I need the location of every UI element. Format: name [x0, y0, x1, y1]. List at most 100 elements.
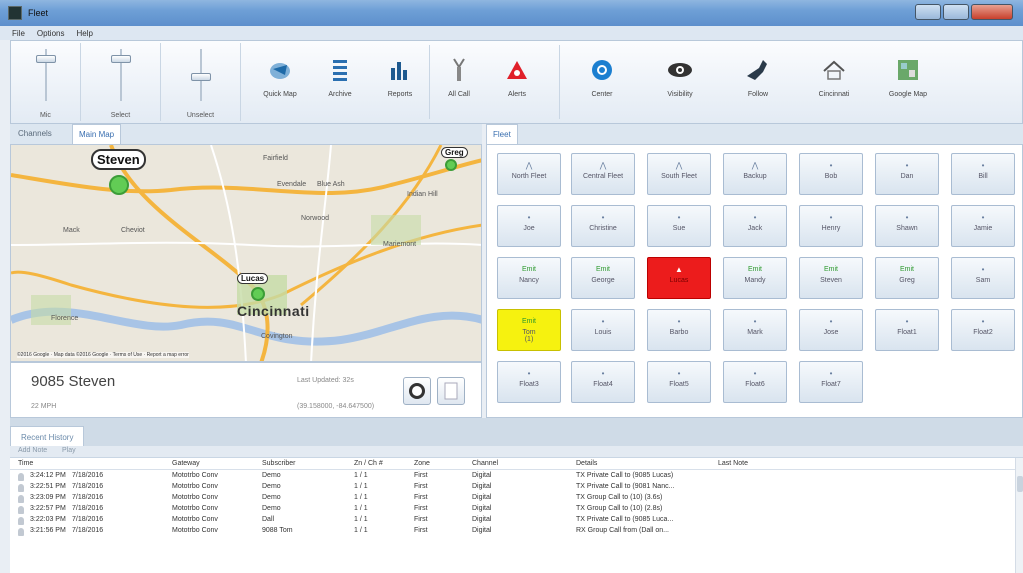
fleet-tile[interactable]: Emit Steven — [799, 257, 863, 299]
table-row[interactable]: 3:24:12 PM 7/18/2016 Mototrbo Conv Demo 1 / … — [10, 472, 1015, 483]
details-icon[interactable] — [437, 377, 465, 405]
table-cell: First — [414, 505, 428, 512]
menu-options[interactable]: Options — [37, 29, 65, 38]
quick-map-button[interactable]: Quick Map — [247, 43, 313, 121]
table-row[interactable]: 3:21:56 PM 7/18/2016 Mototrbo Conv 9088 Tom… — [10, 527, 1015, 538]
select-slider[interactable]: Select — [81, 43, 161, 121]
menu-file[interactable]: File — [12, 29, 25, 38]
fleet-tile[interactable]: • Float3 — [497, 361, 561, 403]
visibility-button[interactable]: Visibility — [647, 43, 713, 121]
history-scrollbar[interactable] — [1015, 458, 1023, 573]
fleet-tile[interactable]: • Float7 — [799, 361, 863, 403]
fleet-tile[interactable]: • Bill — [951, 153, 1015, 195]
column-header[interactable]: Details — [576, 460, 597, 467]
fleet-tile[interactable]: Emit Mandy — [723, 257, 787, 299]
column-header[interactable]: Time — [18, 460, 33, 467]
center-button[interactable]: Center — [569, 43, 635, 121]
fleet-tile[interactable]: Emit George — [571, 257, 635, 299]
fleet-tile[interactable]: • Float4 — [571, 361, 635, 403]
unselect-slider[interactable]: Unselect — [161, 43, 241, 121]
maximize-button[interactable] — [943, 4, 969, 20]
speed-limit-icon[interactable] — [403, 377, 431, 405]
vehicle-marker-steven[interactable] — [109, 175, 129, 195]
play-button[interactable]: Play — [62, 447, 76, 454]
fleet-tile[interactable]: • Shawn — [875, 205, 939, 247]
fleet-tile[interactable]: • Sue — [647, 205, 711, 247]
table-row[interactable]: 3:22:57 PM 7/18/2016 Mototrbo Conv Demo 1 / … — [10, 505, 1015, 516]
menu-help[interactable]: Help — [76, 29, 92, 38]
google-map-button[interactable]: Google Map — [875, 43, 941, 121]
minimize-button[interactable] — [915, 4, 941, 20]
radio-status-icon: • — [981, 265, 985, 274]
vehicle-marker-lucas[interactable] — [251, 287, 265, 301]
reports-button[interactable]: Reports — [367, 43, 433, 121]
fleet-tile[interactable]: • Christine — [571, 205, 635, 247]
tab-recent-history[interactable]: Recent History — [10, 426, 85, 446]
fleet-tile[interactable]: • Jamie — [951, 205, 1015, 247]
fleet-tile[interactable]: • Joe — [497, 205, 561, 247]
vehicle-marker-greg[interactable] — [445, 159, 457, 171]
mic-slider[interactable]: Mic — [11, 43, 81, 121]
main-map[interactable]: Mack Cheviot Fairfield Evendale Blue Ash… — [10, 144, 482, 362]
marker-label-greg[interactable]: Greg — [441, 147, 468, 158]
fleet-tile[interactable]: • Louis — [571, 309, 635, 351]
alerts-button[interactable]: Alerts — [489, 43, 545, 121]
fleet-tile[interactable]: • Barbo — [647, 309, 711, 351]
fleet-tile[interactable]: • Float2 — [951, 309, 1015, 351]
fleet-tile-label: Dan — [900, 173, 914, 180]
table-row[interactable]: 3:22:03 PM 7/18/2016 Mototrbo Conv Dall 1 / … — [10, 516, 1015, 527]
scroll-thumb[interactable] — [1017, 476, 1023, 492]
visibility-label: Visibility — [667, 91, 693, 98]
column-header[interactable]: Zn / Ch # — [354, 460, 383, 467]
fleet-tile[interactable]: • Dan — [875, 153, 939, 195]
add-note-button[interactable]: Add Note — [18, 447, 47, 454]
cincinnati-button[interactable]: Cincinnati — [801, 43, 867, 121]
radio-status-icon: • — [753, 317, 757, 326]
column-header[interactable]: Last Note — [718, 460, 748, 467]
tab-main-map[interactable]: Main Map — [72, 124, 122, 144]
fleet-tile[interactable]: Emit Nancy — [497, 257, 561, 299]
fleet-tile[interactable]: Emit Tom (1) — [497, 309, 561, 351]
fleet-tile[interactable]: • Sam — [951, 257, 1015, 299]
map-credit: ©2016 Google · Map data ©2016 Google · T… — [17, 352, 189, 358]
fleet-tile[interactable]: • Float6 — [723, 361, 787, 403]
fleet-tile-label: North Fleet — [511, 173, 547, 180]
table-row[interactable]: 3:22:51 PM 7/18/2016 Mototrbo Conv Demo 1 / … — [10, 483, 1015, 494]
fleet-tile[interactable]: • Float5 — [647, 361, 711, 403]
table-cell: Digital — [472, 516, 492, 523]
tab-channels[interactable]: Channels — [12, 124, 58, 144]
follow-button[interactable]: Follow — [725, 43, 791, 121]
table-cell: 1 / 1 — [354, 516, 368, 523]
close-button[interactable] — [971, 4, 1013, 20]
slider-knob[interactable] — [110, 55, 131, 63]
all-call-button[interactable]: All Call — [431, 43, 487, 121]
fleet-tile[interactable]: ▲ Lucas — [647, 257, 711, 299]
fleet-tile[interactable]: • Henry — [799, 205, 863, 247]
map-place-label: Indian Hill — [407, 191, 438, 198]
fleet-tile[interactable]: Emit Greg — [875, 257, 939, 299]
slider-knob[interactable] — [35, 55, 56, 63]
fleet-tile[interactable]: • Jack — [723, 205, 787, 247]
fleet-tile[interactable]: • Bob — [799, 153, 863, 195]
tab-fleet[interactable]: Fleet — [486, 124, 518, 144]
fleet-tile[interactable]: ⋀ Backup — [723, 153, 787, 195]
slider-label: Unselect — [186, 112, 215, 119]
column-header[interactable]: Channel — [472, 460, 498, 467]
marker-label-steven[interactable]: Steven — [91, 149, 146, 170]
radio-status-icon: Emit — [900, 266, 914, 273]
column-header[interactable]: Gateway — [172, 460, 200, 467]
fleet-tile[interactable]: ⋀ Central Fleet — [571, 153, 635, 195]
fleet-tile-label: Steven — [820, 277, 842, 284]
marker-label-lucas[interactable]: Lucas — [237, 273, 269, 284]
slider-knob[interactable] — [190, 73, 211, 81]
column-header[interactable]: Zone — [414, 460, 430, 467]
table-row[interactable]: 3:23:09 PM 7/18/2016 Mototrbo Conv Demo 1 / … — [10, 494, 1015, 505]
fleet-tile[interactable]: ⋀ South Fleet — [647, 153, 711, 195]
archive-button[interactable]: Archive — [307, 43, 373, 121]
fleet-tile[interactable]: ⋀ North Fleet — [497, 153, 561, 195]
fleet-tile[interactable]: • Jose — [799, 309, 863, 351]
fleet-tile[interactable]: • Float1 — [875, 309, 939, 351]
fleet-tile[interactable]: • Mark — [723, 309, 787, 351]
fleet-tile-label: Sue — [672, 225, 686, 232]
column-header[interactable]: Subscriber — [262, 460, 295, 467]
